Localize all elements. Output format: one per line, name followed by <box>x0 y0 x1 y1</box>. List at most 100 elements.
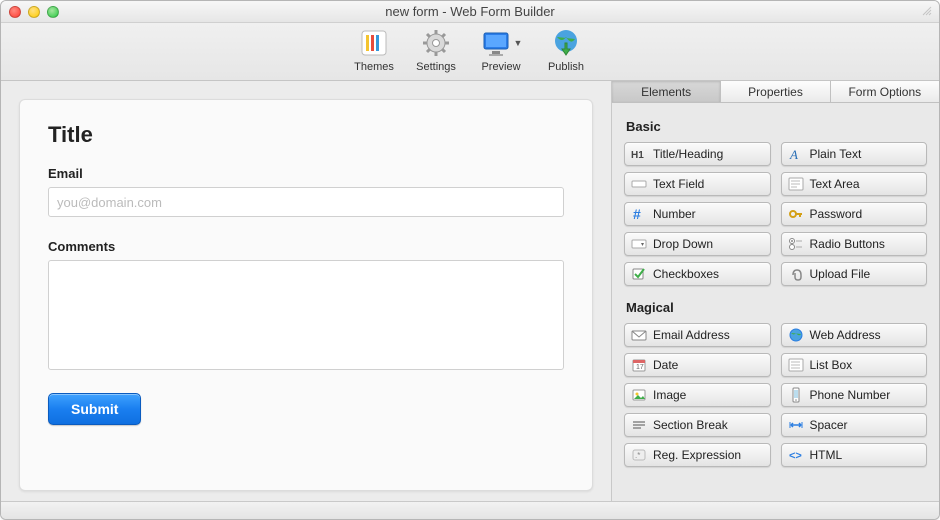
text-icon: A <box>788 146 804 162</box>
toolbar: Themes Settings ▼ Preview Publish <box>1 23 939 81</box>
elem-text-field[interactable]: Text Field <box>624 172 771 196</box>
elem-drop-down[interactable]: Drop Down <box>624 232 771 256</box>
elem-phone-number-label: Phone Number <box>810 388 891 402</box>
elem-plain-text[interactable]: A Plain Text <box>781 142 928 166</box>
paperclip-icon <box>788 266 804 282</box>
chevron-down-icon: ▼ <box>514 38 523 48</box>
spacer-icon <box>788 417 804 433</box>
submit-button[interactable]: Submit <box>48 393 141 425</box>
radio-icon <box>788 236 804 252</box>
minimize-window-button[interactable] <box>28 6 40 18</box>
publish-button[interactable]: Publish <box>540 27 592 73</box>
themes-icon <box>358 27 390 59</box>
elem-web-address[interactable]: Web Address <box>781 323 928 347</box>
elem-upload-file[interactable]: Upload File <box>781 262 928 286</box>
form-title-heading[interactable]: Title <box>48 122 564 148</box>
close-window-button[interactable] <box>9 6 21 18</box>
svg-text:.*: .* <box>635 451 640 460</box>
comments-label: Comments <box>48 239 564 254</box>
elem-text-field-label: Text Field <box>653 177 704 191</box>
textfield-icon <box>631 176 647 192</box>
elem-date[interactable]: 17 Date <box>624 353 771 377</box>
themes-button[interactable]: Themes <box>348 27 400 73</box>
elem-date-label: Date <box>653 358 678 372</box>
heading-icon: H1 <box>631 146 647 162</box>
elem-html-label: HTML <box>810 448 843 462</box>
section-break-icon <box>631 417 647 433</box>
elem-html[interactable]: <> HTML <box>781 443 928 467</box>
elem-checkboxes-label: Checkboxes <box>653 267 719 281</box>
elem-radio-buttons[interactable]: Radio Buttons <box>781 232 928 256</box>
svg-text:H1: H1 <box>631 150 644 161</box>
textarea-icon <box>788 176 804 192</box>
resize-handle-icon[interactable] <box>921 5 933 17</box>
side-panel: Elements Properties Form Options Basic H… <box>611 81 939 501</box>
email-input[interactable] <box>48 187 564 217</box>
elem-number-label: Number <box>653 207 696 221</box>
elem-title-heading-label: Title/Heading <box>653 147 723 161</box>
settings-label: Settings <box>416 61 456 73</box>
basic-elements-grid: H1 Title/Heading A Plain Text Text Field… <box>624 142 927 286</box>
svg-text:#: # <box>633 206 641 222</box>
tab-elements[interactable]: Elements <box>612 81 721 102</box>
elem-list-box[interactable]: List Box <box>781 353 928 377</box>
calendar-icon: 17 <box>631 357 647 373</box>
submit-label: Submit <box>71 401 118 417</box>
elem-image-label: Image <box>653 388 686 402</box>
email-label: Email <box>48 166 564 181</box>
section-basic: Basic <box>626 119 927 134</box>
preview-button[interactable]: ▼ Preview <box>472 27 530 73</box>
elem-password-label: Password <box>810 207 863 221</box>
listbox-icon <box>788 357 804 373</box>
comments-textarea[interactable] <box>48 260 564 370</box>
elem-spacer[interactable]: Spacer <box>781 413 928 437</box>
panel-tabs: Elements Properties Form Options <box>612 81 939 103</box>
regex-icon: .* <box>631 447 647 463</box>
elem-section-break-label: Section Break <box>653 418 728 432</box>
elem-title-heading[interactable]: H1 Title/Heading <box>624 142 771 166</box>
elem-checkboxes[interactable]: Checkboxes <box>624 262 771 286</box>
app-window: new form - Web Form Builder Themes Setti… <box>0 0 940 520</box>
envelope-icon <box>631 327 647 343</box>
svg-text:17: 17 <box>636 364 644 371</box>
settings-button[interactable]: Settings <box>410 27 462 73</box>
image-icon <box>631 387 647 403</box>
themes-label: Themes <box>354 61 394 73</box>
elem-radio-buttons-label: Radio Buttons <box>810 237 885 251</box>
elem-number[interactable]: # Number <box>624 202 771 226</box>
zoom-window-button[interactable] <box>47 6 59 18</box>
elem-section-break[interactable]: Section Break <box>624 413 771 437</box>
svg-text:A: A <box>789 147 798 162</box>
content-area: Title Email Comments Submit Elements Pro… <box>1 81 939 501</box>
html-icon: <> <box>788 447 804 463</box>
elem-phone-number[interactable]: Phone Number <box>781 383 928 407</box>
elem-reg-expression-label: Reg. Expression <box>653 448 741 462</box>
form-canvas: Title Email Comments Submit <box>1 81 611 501</box>
tab-properties[interactable]: Properties <box>721 81 830 102</box>
dropdown-icon <box>631 236 647 252</box>
elem-image[interactable]: Image <box>624 383 771 407</box>
magical-elements-grid: Email Address Web Address 17 Date List B… <box>624 323 927 467</box>
elem-web-address-label: Web Address <box>810 328 881 342</box>
status-bar <box>1 501 939 519</box>
elem-reg-expression[interactable]: .* Reg. Expression <box>624 443 771 467</box>
tab-form-options[interactable]: Form Options <box>831 81 939 102</box>
globe-icon <box>788 327 804 343</box>
elem-upload-file-label: Upload File <box>810 267 871 281</box>
traffic-lights <box>9 6 59 18</box>
elem-plain-text-label: Plain Text <box>810 147 862 161</box>
elem-password[interactable]: Password <box>781 202 928 226</box>
elem-text-area[interactable]: Text Area <box>781 172 928 196</box>
elem-email-address[interactable]: Email Address <box>624 323 771 347</box>
key-icon <box>788 206 804 222</box>
svg-text:<>: <> <box>789 450 802 462</box>
elem-email-address-label: Email Address <box>653 328 730 342</box>
elem-drop-down-label: Drop Down <box>653 237 713 251</box>
hash-icon: # <box>631 206 647 222</box>
globe-upload-icon <box>550 27 582 59</box>
titlebar: new form - Web Form Builder <box>1 1 939 23</box>
section-magical: Magical <box>626 300 927 315</box>
phone-icon <box>788 387 804 403</box>
gear-icon <box>420 27 452 59</box>
window-title: new form - Web Form Builder <box>1 4 939 19</box>
